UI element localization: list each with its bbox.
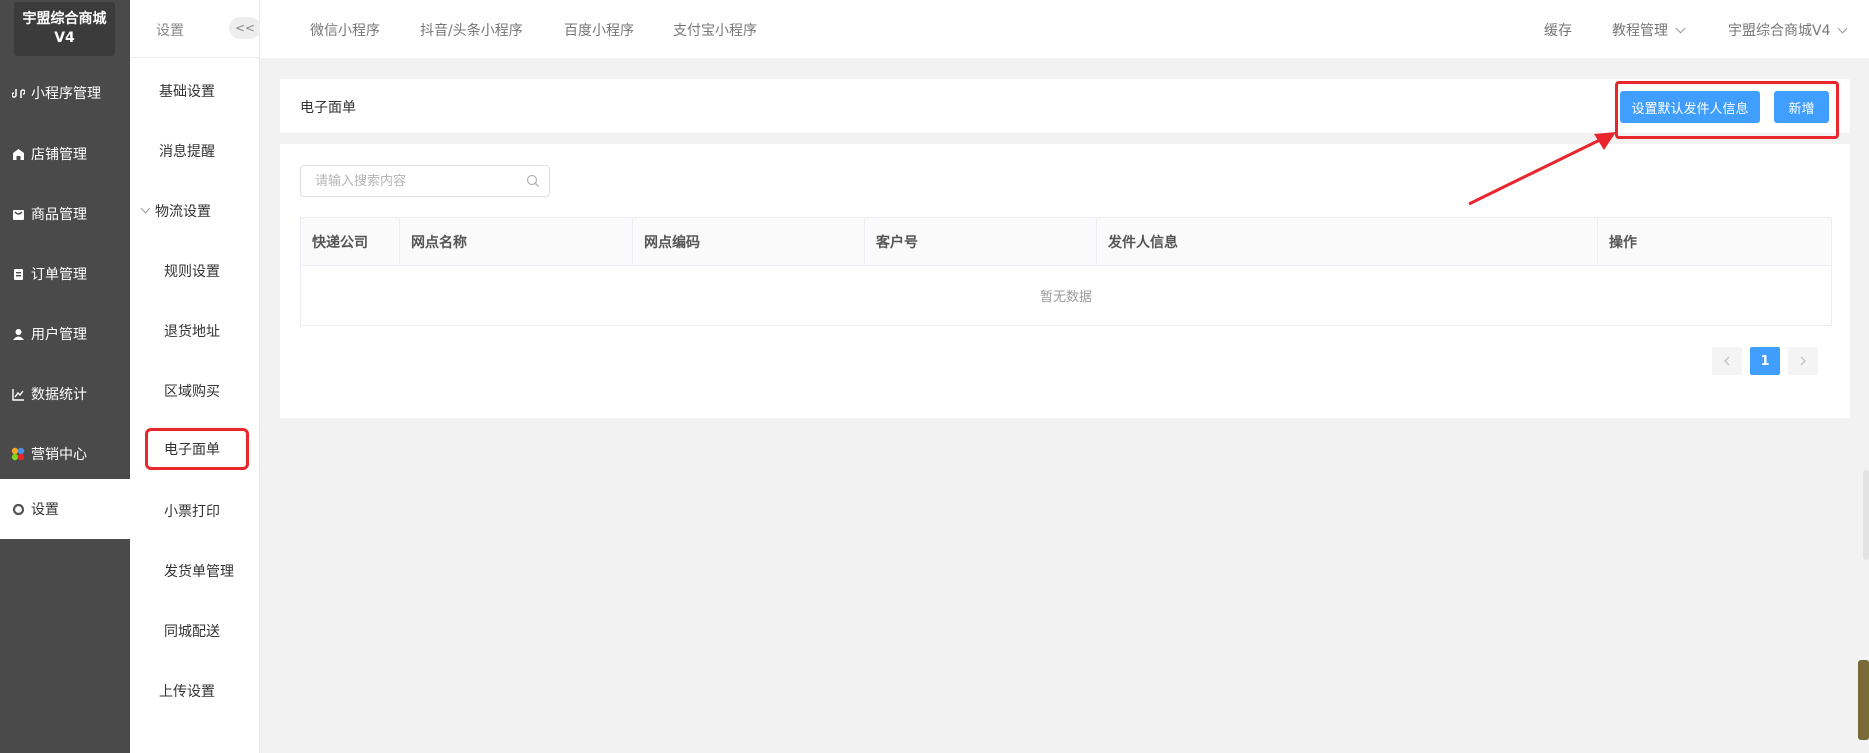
side-widget[interactable] [1858, 660, 1869, 740]
miniprogram-icon [11, 86, 25, 100]
top-bar: 微信小程序 抖音/头条小程序 百度小程序 支付宝小程序 缓存 教程管理 宇盟综合… [260, 0, 1869, 58]
menu-item-settings[interactable]: 设置 [0, 479, 130, 539]
sub-sidebar-header: 设置 << [130, 0, 261, 58]
collapse-button[interactable]: << [229, 17, 261, 39]
chevron-down-icon [1838, 23, 1848, 34]
cache-link[interactable]: 缓存 [1544, 20, 1572, 40]
tab-douyin[interactable]: 抖音/头条小程序 [420, 20, 523, 40]
sub-item-upload[interactable]: 上传设置 [159, 681, 215, 701]
menu-item-order[interactable]: 订单管理 [0, 244, 130, 304]
sub-item-receipt-print[interactable]: 小票打印 [164, 501, 220, 521]
logo-line1: 宇盟综合商城 [22, 11, 107, 27]
sub-item-logistics[interactable]: 物流设置 [140, 201, 211, 221]
marketing-icon [11, 447, 25, 461]
empty-text: 暂无数据 [300, 265, 1832, 326]
store-label: 宇盟综合商城V4 [1728, 23, 1831, 39]
menu-label: 设置 [31, 502, 59, 518]
sub-item-eorder[interactable]: 电子面单 [145, 428, 249, 470]
chevron-down-icon [140, 203, 151, 214]
sub-item-local-delivery[interactable]: 同城配送 [164, 621, 220, 641]
tutorial-dropdown[interactable]: 教程管理 [1612, 20, 1686, 40]
add-button[interactable]: 新增 [1774, 91, 1829, 123]
table-empty-row: 暂无数据 [300, 265, 1832, 326]
column-header: 操作 [1597, 217, 1832, 266]
menu-label: 数据统计 [31, 387, 87, 403]
sub-item-message[interactable]: 消息提醒 [159, 141, 215, 161]
column-header: 发件人信息 [1096, 217, 1598, 266]
settings-icon [11, 502, 25, 516]
sub-item-shipping-note[interactable]: 发货单管理 [164, 561, 234, 581]
chart-icon [11, 387, 25, 401]
order-icon [11, 267, 25, 281]
menu-item-store[interactable]: 店铺管理 [0, 124, 130, 184]
column-header: 客户号 [864, 217, 1097, 266]
menu-label: 用户管理 [31, 327, 87, 343]
menu-label: 订单管理 [31, 267, 87, 283]
chevron-down-icon [1675, 23, 1686, 34]
annotation-arrow-icon [1468, 132, 1616, 206]
search-box [300, 165, 550, 197]
main-sidebar: 宇盟综合商城 V4 小程序管理 店铺管理 商品管理 订单管理 用户管理 数据统计… [0, 0, 130, 753]
page-title: 电子面单 [300, 100, 356, 116]
search-input[interactable] [315, 166, 515, 196]
data-table: 快递公司 网点名称 网点编码 客户号 发件人信息 操作 暂无数据 [300, 217, 1832, 326]
sub-item-label: 物流设置 [155, 204, 211, 220]
set-default-sender-button[interactable]: 设置默认发件人信息 [1620, 91, 1760, 123]
menu-label: 营销中心 [31, 447, 87, 463]
sub-sidebar: 设置 << 基础设置 消息提醒 物流设置 规则设置 退货地址 区域购买 电子面单… [130, 0, 261, 753]
pagination: 1 [1712, 347, 1832, 375]
menu-item-marketing[interactable]: 营销中心 [0, 424, 130, 484]
store-icon [11, 147, 25, 161]
column-header: 网点编码 [632, 217, 865, 266]
sub-item-basic[interactable]: 基础设置 [159, 81, 215, 101]
sub-sidebar-title: 设置 [156, 23, 184, 39]
store-dropdown[interactable]: 宇盟综合商城V4 [1728, 20, 1848, 40]
tab-wechat[interactable]: 微信小程序 [310, 20, 380, 40]
menu-item-stats[interactable]: 数据统计 [0, 364, 130, 424]
tutorial-label: 教程管理 [1612, 23, 1668, 39]
logo-line2: V4 [54, 30, 75, 46]
search-icon[interactable] [526, 174, 540, 192]
product-icon [11, 207, 25, 221]
sub-item-return-address[interactable]: 退货地址 [164, 321, 220, 341]
next-page-button[interactable] [1788, 347, 1818, 375]
prev-page-button[interactable] [1712, 347, 1742, 375]
menu-item-miniprogram[interactable]: 小程序管理 [0, 63, 130, 123]
menu-item-user[interactable]: 用户管理 [0, 304, 130, 364]
sub-item-rules[interactable]: 规则设置 [164, 261, 220, 281]
menu-label: 商品管理 [31, 207, 87, 223]
chevron-right-icon [1800, 356, 1806, 366]
tab-alipay[interactable]: 支付宝小程序 [673, 20, 757, 40]
app-logo[interactable]: 宇盟综合商城 V4 [14, 2, 115, 56]
chevron-left-icon [1724, 356, 1730, 366]
page-number[interactable]: 1 [1750, 347, 1780, 375]
tab-baidu[interactable]: 百度小程序 [564, 20, 634, 40]
menu-label: 店铺管理 [31, 147, 87, 163]
column-header: 网点名称 [399, 217, 633, 266]
column-header: 快递公司 [300, 217, 400, 266]
user-icon [11, 327, 25, 341]
scrollbar-handle[interactable] [1863, 470, 1869, 560]
menu-label: 小程序管理 [31, 86, 101, 102]
table-header-row: 快递公司 网点名称 网点编码 客户号 发件人信息 操作 [300, 217, 1832, 266]
menu-item-product[interactable]: 商品管理 [0, 184, 130, 244]
sub-item-region-purchase[interactable]: 区域购买 [164, 381, 220, 401]
